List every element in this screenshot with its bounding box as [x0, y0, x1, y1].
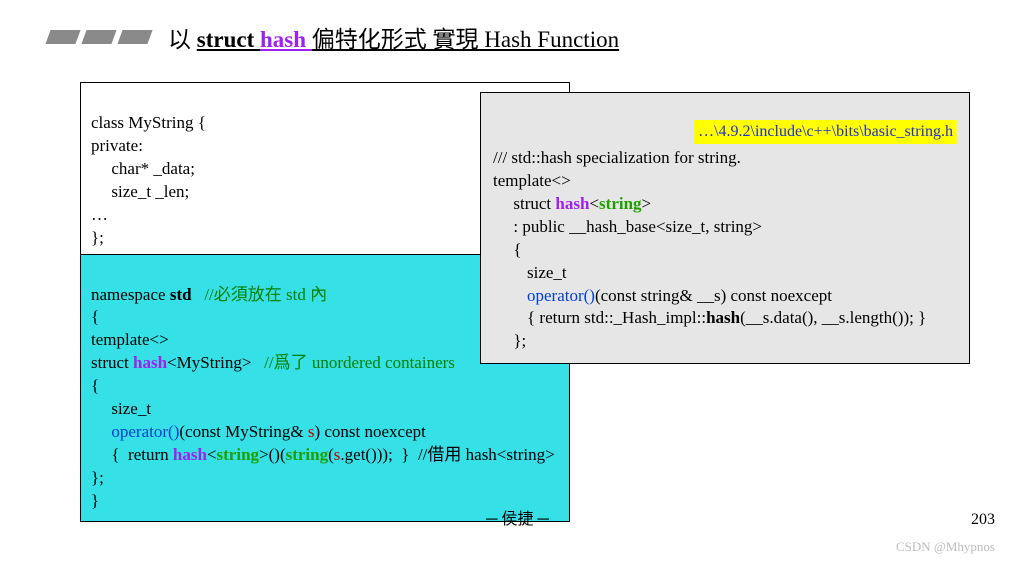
code-line: operator()(const string& __s) const noex…: [493, 285, 957, 308]
code-line: private:: [91, 136, 143, 155]
code-line: class MyString {: [91, 113, 206, 132]
code-line: template<>: [493, 171, 571, 190]
right-code-box: …\4.9.2\include\c++\bits\basic_string.h …: [480, 92, 970, 364]
code-line: : public __hash_base<size_t, string>: [493, 216, 957, 239]
code-line: { return hash<string>()(string(s.get()))…: [91, 444, 559, 467]
footer-author: ─ 侯捷 ─: [0, 505, 1035, 529]
code-line: };: [91, 228, 104, 247]
title-hash: hash: [260, 27, 312, 52]
slide-title: 以 struct hash 偏特化形式 實現 Hash Function: [168, 20, 619, 54]
code-line: {: [91, 307, 99, 326]
footer-credit: CSDN @Mhypnos: [896, 539, 995, 555]
code-line: {: [91, 376, 99, 395]
code-line: size_t: [91, 398, 559, 421]
code-line: /// std::hash specialization for string.: [493, 148, 741, 167]
file-path-label: …\4.9.2\include\c++\bits\basic_string.h: [694, 120, 957, 144]
title-struct: struct: [197, 27, 260, 52]
code-line: };: [91, 468, 104, 487]
code-line: { return std::_Hash_impl::hash(__s.data(…: [493, 307, 957, 330]
title-prefix: 以: [168, 27, 197, 52]
code-line: {: [493, 239, 957, 262]
header-stripes: [48, 30, 150, 44]
stripe-icon: [45, 30, 80, 44]
code-line: operator()(const MyString& s) const noex…: [91, 421, 559, 444]
stripe-icon: [117, 30, 152, 44]
stripe-icon: [81, 30, 116, 44]
title-rest: 偏特化形式 實現 Hash Function: [312, 27, 619, 52]
code-line: size_t: [493, 262, 957, 285]
code-line: struct hash<string>: [493, 193, 957, 216]
code-line: };: [493, 330, 957, 353]
page-number: 203: [971, 511, 995, 529]
slide-header: 以 struct hash 偏特化形式 實現 Hash Function: [0, 0, 1035, 54]
code-line: template<>: [91, 330, 169, 349]
code-line: namespace std //必須放在 std 內: [91, 285, 327, 304]
code-line: …: [91, 205, 108, 224]
code-line: struct hash<MyString> //爲了 unordered con…: [91, 353, 455, 372]
